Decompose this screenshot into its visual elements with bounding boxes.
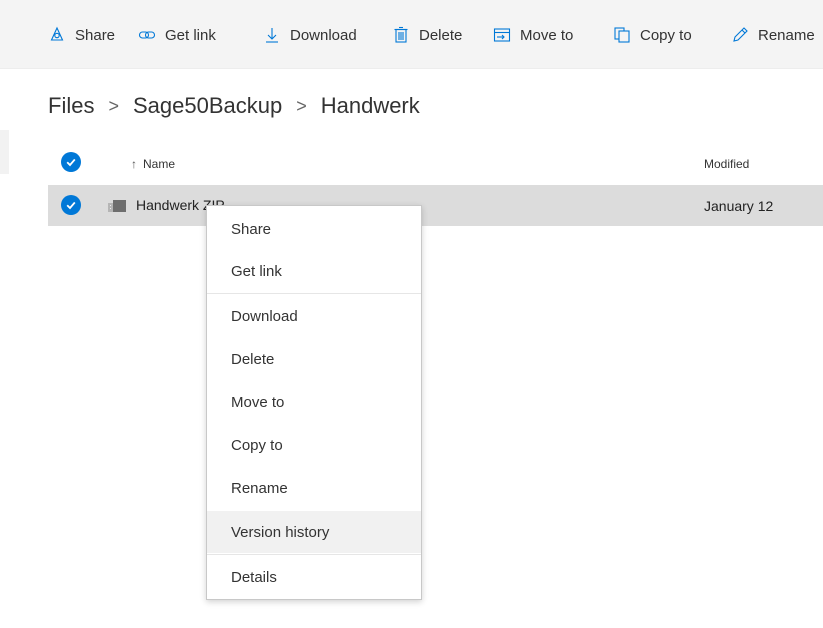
menu-item-rename[interactable]: Rename: [207, 467, 421, 509]
download-command[interactable]: Download: [263, 24, 357, 46]
breadcrumb-separator: >: [108, 95, 119, 116]
checkmark-icon: [66, 158, 76, 167]
breadcrumb-sage50backup[interactable]: Sage50Backup: [133, 93, 282, 119]
menu-item-get-link[interactable]: Get link: [207, 250, 421, 292]
menu-divider: [207, 293, 421, 294]
get-link-command-label: Get link: [165, 26, 216, 44]
checkmark-icon: [66, 201, 76, 210]
rename-command-label: Rename: [758, 26, 815, 44]
menu-item-details[interactable]: Details: [207, 556, 421, 598]
pencil-icon: [731, 26, 749, 44]
move-to-command-label: Move to: [520, 26, 574, 44]
breadcrumb-separator: >: [296, 95, 307, 116]
menu-item-move-to[interactable]: Move to: [207, 381, 421, 423]
menu-divider: [207, 554, 421, 555]
delete-command[interactable]: Delete: [392, 24, 462, 46]
breadcrumb: Files > Sage50Backup > Handwerk: [48, 90, 420, 122]
file-modified: January 12: [704, 198, 774, 214]
menu-item-delete[interactable]: Delete: [207, 338, 421, 380]
menu-item-version-history[interactable]: Version history: [207, 511, 421, 553]
copy-to-command[interactable]: Copy to: [613, 24, 692, 46]
command-bar: Share Get link Download Delete Move to C…: [0, 0, 823, 69]
copy-icon: [613, 26, 631, 44]
menu-item-copy-to[interactable]: Copy to: [207, 424, 421, 466]
context-menu: Share Get link Download Delete Move to C…: [206, 205, 422, 600]
modified-column-header[interactable]: Modified: [704, 157, 749, 171]
link-icon: [138, 26, 156, 44]
rename-command[interactable]: Rename: [731, 24, 815, 46]
share-icon: [48, 26, 66, 44]
delete-command-label: Delete: [419, 26, 463, 44]
move-icon: [493, 26, 511, 44]
menu-item-download[interactable]: Download: [207, 295, 421, 337]
name-column-label: Name: [143, 157, 176, 171]
zip-file-icon: [108, 200, 126, 212]
select-all-checkbox[interactable]: [61, 152, 81, 172]
breadcrumb-files[interactable]: Files: [48, 93, 94, 119]
copy-to-command-label: Copy to: [640, 26, 692, 44]
left-edge: [0, 0, 10, 628]
move-to-command[interactable]: Move to: [493, 24, 573, 46]
row-checkbox[interactable]: [61, 195, 81, 215]
download-icon: [263, 26, 281, 44]
left-edge-mark: [0, 130, 9, 174]
sort-ascending-icon: ↑: [131, 157, 137, 171]
menu-item-share[interactable]: Share: [207, 208, 421, 250]
breadcrumb-handwerk: Handwerk: [320, 93, 420, 118]
download-command-label: Download: [290, 26, 357, 44]
trash-icon: [392, 26, 410, 44]
name-column-header[interactable]: ↑ Name: [131, 157, 175, 171]
get-link-command[interactable]: Get link: [138, 24, 216, 46]
share-command-label: Share: [75, 26, 116, 44]
table-row[interactable]: Handwerk ZIP January 12: [48, 185, 823, 226]
share-command[interactable]: Share: [48, 24, 115, 46]
